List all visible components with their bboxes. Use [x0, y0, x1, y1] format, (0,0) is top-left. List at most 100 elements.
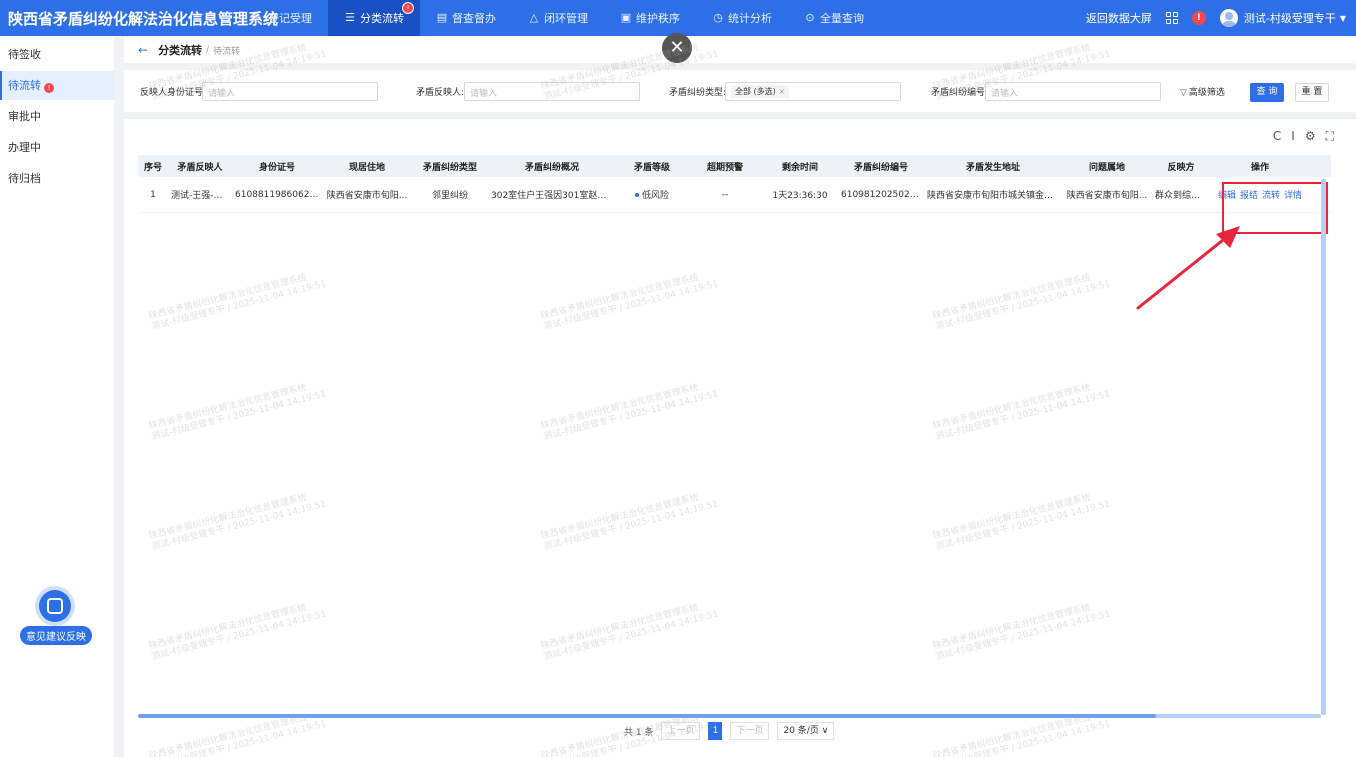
main-nav: ✎ 登记受理 ☰ 分类流转! ▤ 督查督办 △ 闭环管理 ▣ 维护秩序 ◷ 统计分析 ⊙ 全量…	[236, 0, 880, 36]
filter-icon: ▽	[1180, 88, 1187, 98]
dispute-type-label: 矛盾纠纷类型:	[669, 88, 727, 98]
sidebar-item-pending-sign[interactable]: 待签收	[0, 40, 114, 69]
sidebar-item-label: 办理中	[8, 141, 41, 154]
settings-icon[interactable]: ⚙	[1305, 129, 1316, 144]
col-header: 超期预警	[706, 162, 743, 173]
nav-register[interactable]: ✎ 登记受理	[236, 0, 328, 36]
cell-address: 陕西省安康市旬阳市城关镇金世...	[927, 191, 1062, 201]
nav-query-label: 全量查询	[820, 12, 864, 25]
dispute-type-select[interactable]: 全部 (多选) ×	[725, 82, 901, 101]
reporter-input[interactable]: 请输入	[464, 82, 640, 101]
nav-flow-label: 分类流转	[360, 12, 404, 25]
nav-order-label: 维护秩序	[636, 12, 680, 25]
user-name: 测试-村级受理专干	[1243, 12, 1336, 25]
reset-button[interactable]: 重 置	[1295, 83, 1329, 102]
back-arrow-icon[interactable]: ←	[138, 43, 148, 57]
sidebar-item-handling[interactable]: 办理中	[0, 133, 114, 162]
col-header: 身份证号	[258, 162, 295, 173]
col-header: 序号	[143, 162, 162, 173]
table-header: 序号 矛盾反映人 身份证号 现居住地 矛盾纠纷类型 矛盾纠纷概况 矛盾等级 超期…	[138, 155, 1331, 177]
cell-locality: 陕西省安康市旬阳...	[1066, 191, 1148, 201]
cell-residence: 陕西省安康市旬阳...	[326, 191, 408, 201]
sidebar-item-label: 待签收	[8, 48, 41, 61]
close-icon[interactable]: ✕	[662, 33, 692, 63]
table-panel: C I ⚙ ⛶ 序号 矛盾反映人 身份证号 现居住地 矛盾纠纷类型 矛盾纠纷概况…	[124, 119, 1356, 757]
nav-loop[interactable]: △ 闭环管理	[512, 0, 604, 36]
density-icon[interactable]: I	[1291, 129, 1295, 144]
pagination-total: 共 1 条	[624, 727, 654, 738]
nav-query[interactable]: ⊙ 全量查询	[788, 0, 880, 36]
col-header: 矛盾纠纷编号	[853, 162, 908, 173]
col-header: 矛盾纠纷概况	[524, 162, 579, 173]
advanced-filter-button[interactable]: ▽ 高级筛选	[1180, 85, 1225, 98]
cell-type: 邻里纠纷	[431, 191, 468, 201]
stats-icon: ◷	[713, 11, 723, 24]
prev-page-button[interactable]: 上一页	[661, 722, 701, 740]
dispute-code-input[interactable]: 请输入	[985, 82, 1161, 101]
table-row[interactable]: 1 测试-王强-直... 610881198606214794 陕西省安康市旬阳…	[138, 177, 1331, 213]
loop-icon: △	[529, 11, 539, 24]
register-icon: ✎	[253, 11, 263, 24]
grid-icon[interactable]	[1165, 12, 1178, 24]
breadcrumb: ← 分类流转 / 待流转	[124, 37, 1356, 63]
feedback-icon	[39, 590, 71, 622]
horizontal-scrollbar[interactable]	[138, 714, 1321, 718]
feedback-label: 意见建议反映	[20, 626, 92, 645]
col-header: 矛盾等级	[633, 162, 670, 173]
query-button[interactable]: 查 询	[1250, 83, 1284, 102]
next-page-button[interactable]: 下一页	[730, 722, 770, 740]
supervise-icon: ▤	[436, 11, 448, 24]
top-bar: 陕西省矛盾纠纷化解法治化信息管理系统 ✎ 登记受理 ☰ 分类流转! ▤ 督查督办 △ 闭…	[0, 0, 1356, 36]
nav-loop-label: 闭环管理	[544, 12, 588, 25]
dispute-code-label: 矛盾纠纷编号:	[931, 88, 989, 98]
breadcrumb-sub: 待流转	[213, 46, 241, 57]
feedback-button[interactable]: 意见建议反映	[20, 590, 92, 645]
col-header: 反映方	[1167, 162, 1195, 173]
nav-stats-label: 统计分析	[728, 12, 772, 25]
nav-flow[interactable]: ☰ 分类流转!	[328, 0, 420, 36]
refresh-icon[interactable]: C	[1273, 129, 1281, 144]
sidebar-item-pending-flow[interactable]: 待流转!	[0, 71, 114, 100]
id-number-label: 反映人身份证号:	[140, 88, 207, 98]
back-screen-link[interactable]: 返回数据大屏	[1086, 10, 1152, 26]
sidebar-item-label: 审批中	[8, 110, 41, 123]
advanced-filter-label: 高级筛选	[1188, 88, 1225, 98]
nav-stats[interactable]: ◷ 统计分析	[696, 0, 788, 36]
risk-dot-icon	[634, 193, 639, 197]
vertical-scrollbar[interactable]	[1321, 179, 1326, 715]
nav-flow-badge: !	[402, 2, 414, 14]
cell-index: 1	[150, 189, 156, 200]
page-size-select[interactable]: 20 条/页 ∨	[777, 722, 835, 740]
fullscreen-icon[interactable]: ⛶	[1326, 129, 1334, 144]
data-table: 序号 矛盾反映人 身份证号 现居住地 矛盾纠纷类型 矛盾纠纷概况 矛盾等级 超期…	[138, 155, 1331, 234]
id-number-input[interactable]: 请输入	[202, 82, 378, 101]
cell-reporter: 测试-王强-直...	[171, 191, 232, 201]
sidebar-item-approving[interactable]: 审批中	[0, 102, 114, 131]
current-page[interactable]: 1	[708, 722, 723, 740]
sidebar-item-archive[interactable]: 待归档	[0, 164, 114, 193]
tag-close-icon[interactable]: ×	[778, 87, 785, 96]
nav-order[interactable]: ▣ 维护秩序	[604, 0, 696, 36]
col-header: 矛盾反映人	[177, 162, 223, 173]
reporter-label: 矛盾反映人:	[416, 88, 465, 98]
query-icon: ⊙	[805, 11, 815, 24]
cell-level-text: 低风险	[641, 191, 669, 201]
nav-supervise-label: 督查督办	[452, 12, 496, 25]
cell-code: 61098120250200002	[841, 189, 924, 200]
avatar	[1219, 9, 1238, 27]
cell-summary: 302室住户王强因301室赵敏长期...	[491, 191, 616, 201]
col-header: 操作	[1250, 162, 1269, 173]
col-header: 矛盾发生地址	[965, 162, 1020, 173]
user-menu[interactable]: 测试-村级受理专干 ▼	[1219, 9, 1346, 27]
flow-icon: ☰	[345, 11, 355, 24]
highlight-box	[1222, 182, 1328, 234]
col-header: 现居住地	[348, 162, 385, 173]
filter-bar: 反映人身份证号: 请输入 矛盾反映人: 请输入 矛盾纠纷类型: 全部 (多选) …	[124, 70, 1356, 112]
table-tools: C I ⚙ ⛶	[1263, 129, 1334, 144]
order-icon: ▣	[620, 11, 632, 24]
sidebar-item-label: 待归档	[8, 172, 41, 185]
sidebar-badge: !	[44, 83, 54, 93]
alert-icon[interactable]: !	[1191, 11, 1206, 25]
nav-supervise[interactable]: ▤ 督查督办	[420, 0, 512, 36]
chevron-down-icon: ▼	[1339, 13, 1346, 23]
